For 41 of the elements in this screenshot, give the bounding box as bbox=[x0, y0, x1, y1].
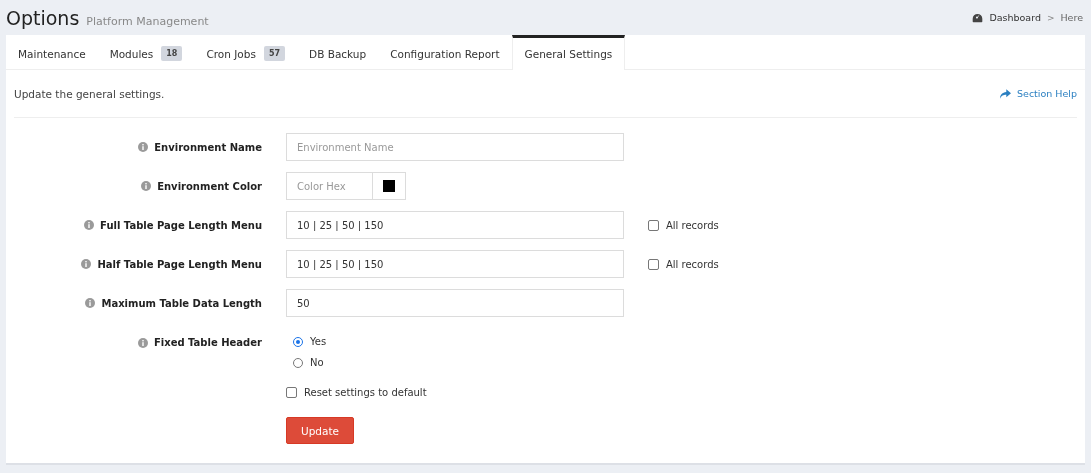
info-icon[interactable] bbox=[84, 220, 95, 230]
field-label: Environment Color bbox=[157, 180, 262, 192]
breadcrumb-link[interactable]: Dashboard bbox=[989, 12, 1041, 23]
page-title: Options bbox=[6, 6, 80, 29]
tab[interactable]: Modules 18 bbox=[97, 35, 195, 69]
input-field[interactable]: 10 | 25 | 50 | 150 bbox=[286, 250, 624, 278]
tab[interactable]: Configuration Report bbox=[378, 35, 512, 69]
tab[interactable]: General Settings bbox=[511, 35, 626, 70]
dashboard-icon bbox=[972, 12, 984, 23]
update-button[interactable]: Update bbox=[286, 417, 355, 444]
share-arrow-icon bbox=[1000, 88, 1011, 99]
breadcrumb-separator: > bbox=[1046, 12, 1055, 23]
radio-option[interactable]: Yes bbox=[293, 336, 327, 347]
all-records-checkbox[interactable]: All records bbox=[648, 219, 719, 231]
tab[interactable]: Maintenance bbox=[6, 35, 98, 69]
breadcrumb-current: Here bbox=[1060, 12, 1083, 23]
field-label: Fixed Table Header bbox=[153, 337, 262, 348]
radio-option[interactable]: No bbox=[293, 357, 327, 368]
info-icon[interactable] bbox=[85, 298, 96, 308]
count-badge: 57 bbox=[263, 46, 286, 61]
info-icon[interactable] bbox=[138, 142, 149, 152]
intro-text: Update the general settings. bbox=[14, 87, 165, 100]
input-field[interactable]: 50 bbox=[286, 289, 624, 317]
field-label: Half Table Page Length Menu bbox=[97, 258, 262, 270]
tab[interactable]: Cron Jobs 57 bbox=[194, 35, 298, 69]
field-label: Environment Name bbox=[154, 141, 262, 153]
color-picker[interactable] bbox=[373, 172, 406, 200]
color-hex-field[interactable]: Color Hex bbox=[286, 172, 373, 200]
tab[interactable]: DB Backup bbox=[297, 35, 379, 69]
field-label: Maximum Table Data Length bbox=[101, 297, 262, 309]
page-subtitle: Platform Management bbox=[86, 14, 209, 28]
section-help-link[interactable]: Section Help bbox=[1000, 88, 1077, 99]
input-field[interactable]: Environment Name bbox=[286, 133, 624, 161]
info-icon[interactable] bbox=[137, 337, 148, 348]
all-records-checkbox[interactable]: All records bbox=[648, 258, 719, 270]
field-label: Full Table Page Length Menu bbox=[100, 219, 262, 231]
input-field[interactable]: 10 | 25 | 50 | 150 bbox=[286, 211, 624, 239]
info-icon[interactable] bbox=[81, 259, 92, 269]
reset-checkbox[interactable]: Reset settings to default bbox=[286, 387, 427, 398]
info-icon[interactable] bbox=[141, 181, 152, 191]
count-badge: 18 bbox=[161, 46, 183, 61]
